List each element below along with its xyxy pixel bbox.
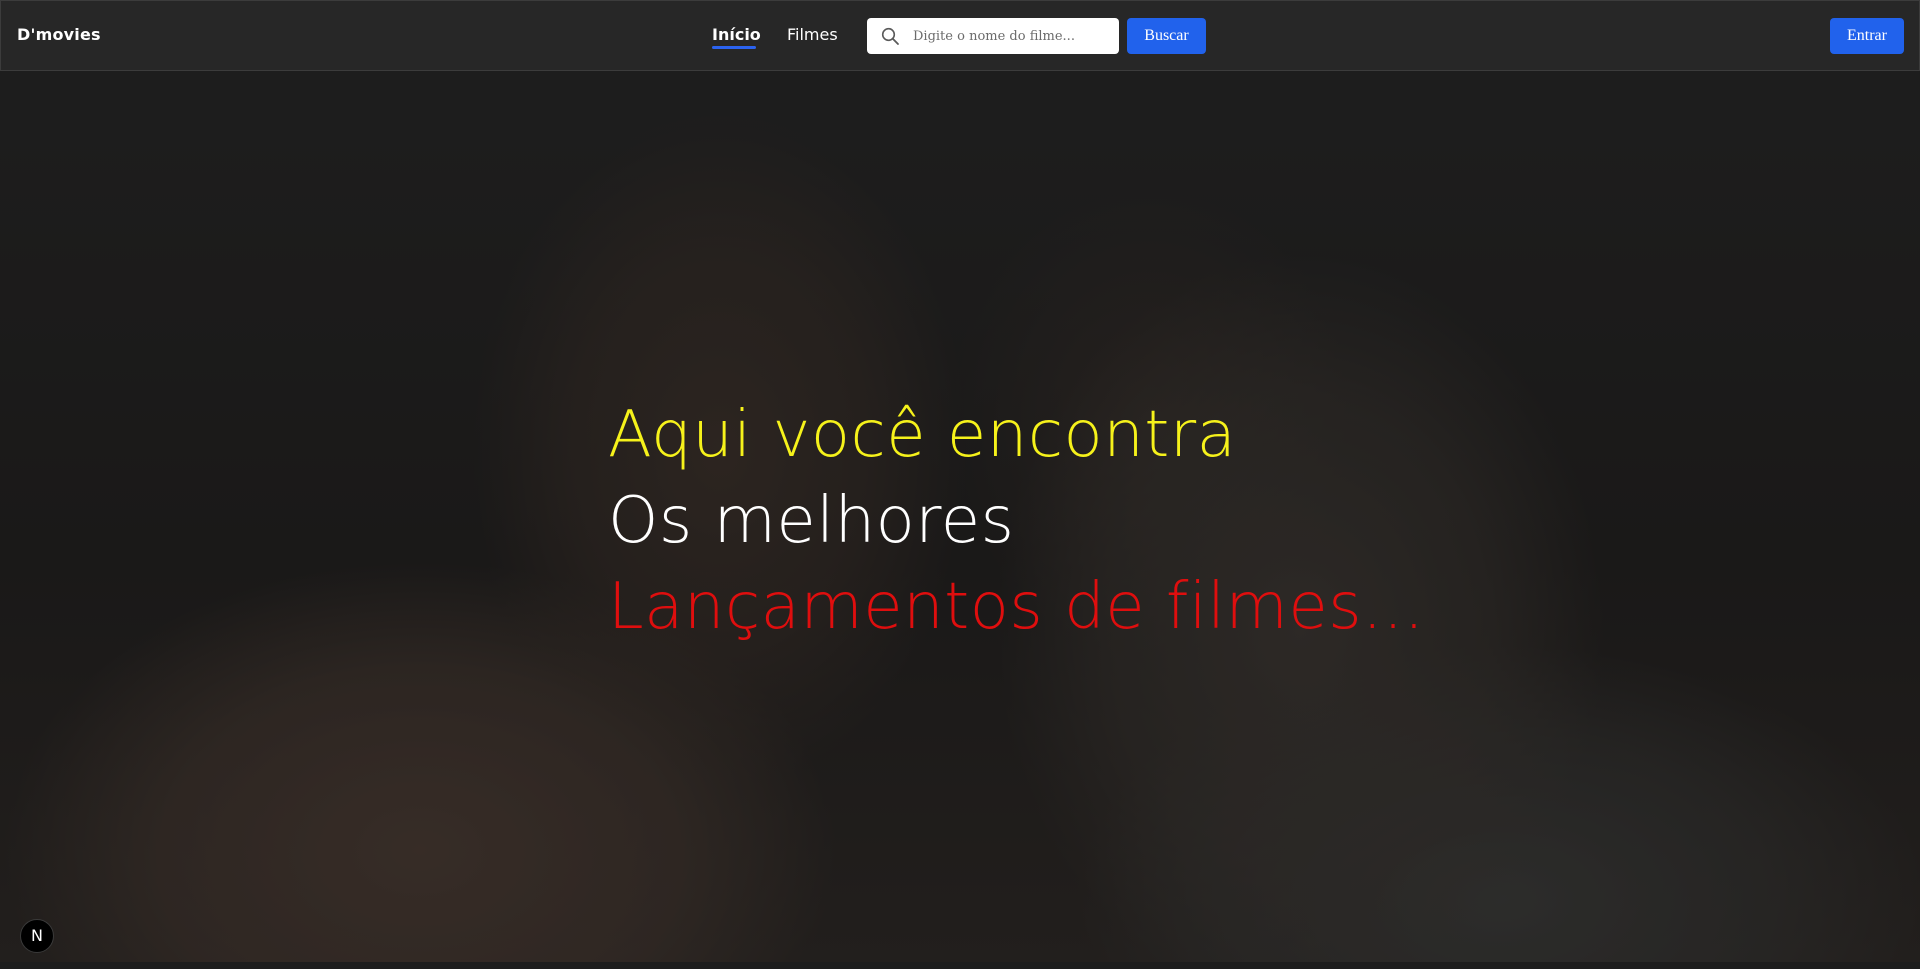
bottom-strip	[0, 962, 1920, 969]
search-input[interactable]	[913, 18, 1109, 54]
nextjs-logo-icon[interactable]: N	[20, 919, 54, 953]
brand-logo[interactable]: D'movies	[17, 25, 101, 44]
hero-line-2: Os melhores	[608, 484, 1015, 558]
nav-link-inicio[interactable]: Início	[712, 25, 761, 44]
hero-line-3: Lançamentos de filmes...	[608, 570, 1425, 644]
page: D'movies Início Filmes Buscar Entrar Aqu…	[0, 0, 1920, 969]
search-box	[867, 18, 1119, 54]
navbar: D'movies Início Filmes Buscar Entrar	[0, 0, 1920, 71]
hero-line-1: Aqui você encontra	[608, 398, 1237, 472]
search-icon	[881, 27, 900, 46]
hero-headline: Aqui você encontra Os melhores Lançament…	[608, 392, 1425, 650]
login-button[interactable]: Entrar	[1830, 18, 1904, 54]
hero-section: Aqui você encontra Os melhores Lançament…	[0, 70, 1920, 962]
active-nav-indicator	[712, 46, 756, 49]
search-button[interactable]: Buscar	[1127, 18, 1206, 54]
nav-link-filmes[interactable]: Filmes	[787, 25, 838, 44]
